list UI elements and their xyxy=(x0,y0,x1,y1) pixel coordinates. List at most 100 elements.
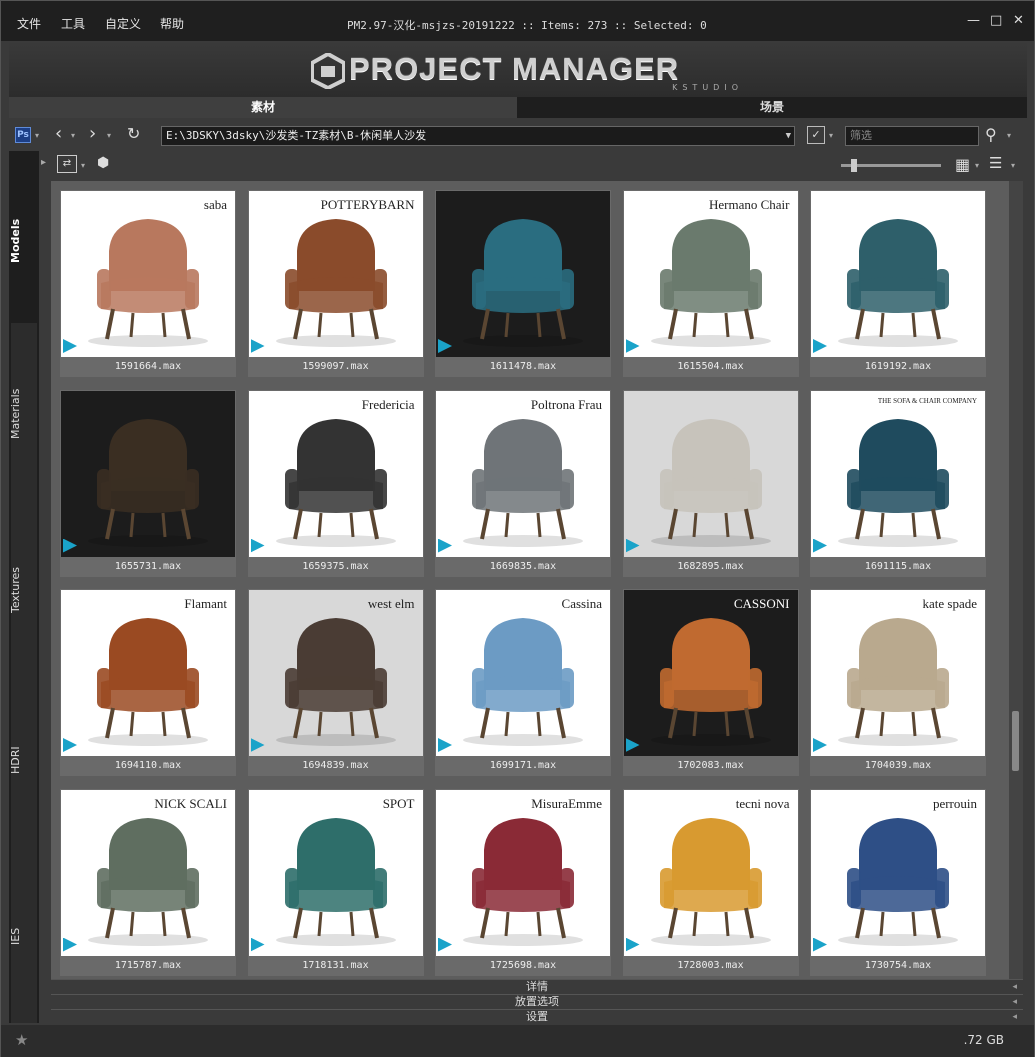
asset-thumbnail[interactable]: POTTERYBARN xyxy=(248,191,423,357)
asset-thumbnail[interactable]: west elm xyxy=(248,590,423,756)
asset-filename: 1619192.max xyxy=(864,361,932,372)
asset-tile[interactable]: Cassina 1699171.max xyxy=(435,589,611,776)
slider-knob[interactable] xyxy=(851,159,857,172)
refresh-icon[interactable]: ↻ xyxy=(127,124,140,143)
forward-arrow-icon[interactable]: › xyxy=(89,123,96,144)
filter-input[interactable]: 筛选 xyxy=(845,126,979,146)
path-dropdown-icon[interactable]: ▼ xyxy=(786,127,791,145)
scrollbar-thumb[interactable] xyxy=(1012,711,1019,771)
menu-help[interactable]: 帮助 xyxy=(160,15,184,32)
sort-options-icon[interactable]: ▾ xyxy=(1011,161,1015,170)
sidebar-item-ies[interactable]: IES xyxy=(9,921,39,951)
menu-tools[interactable]: 工具 xyxy=(61,15,85,32)
asset-tile[interactable]: 1655731.max xyxy=(60,389,236,577)
asset-thumbnail[interactable]: Cassina xyxy=(436,590,610,756)
chair-preview-image xyxy=(275,418,396,547)
asset-tile[interactable]: SPOT 1718131.max xyxy=(247,788,424,976)
chair-preview-image xyxy=(650,219,771,347)
settings-toggle[interactable]: 设置 ◂ xyxy=(51,1009,1023,1024)
asset-thumbnail[interactable] xyxy=(623,390,798,557)
asset-thumbnail[interactable]: tecni nova xyxy=(623,789,798,956)
sidebar-item-textures[interactable]: Textures xyxy=(9,555,39,625)
expand-details-icon[interactable]: ◂ xyxy=(1012,980,1017,994)
asset-tile[interactable]: Flamant 1694110.max xyxy=(60,589,236,776)
expand-icon[interactable]: ▸ xyxy=(41,157,46,168)
asset-tile[interactable]: CASSONI 1702083.max xyxy=(622,589,799,776)
asset-thumbnail[interactable]: saba xyxy=(61,191,235,357)
asset-tile[interactable]: THE SOFA & CHAIR COMPANY 1691115.max xyxy=(810,389,986,577)
asset-thumbnail[interactable]: Poltrona Frau xyxy=(436,390,610,557)
placement-options-toggle[interactable]: 放置选项 ◂ xyxy=(51,994,1023,1009)
asset-thumbnail[interactable]: NICK SCALI xyxy=(61,789,235,956)
asset-tile[interactable]: Poltrona Frau 1669835.max xyxy=(435,389,611,577)
asset-tile[interactable]: Fredericia 1659375.max xyxy=(247,389,424,577)
forward-history-icon[interactable]: ▾ xyxy=(107,131,111,140)
cube-icon[interactable]: ⬢ xyxy=(97,155,109,171)
grid-view-icon[interactable]: ▦ xyxy=(955,155,970,174)
chair-preview-image xyxy=(463,418,583,547)
asset-tile[interactable]: POTTERYBARN 1599097.max xyxy=(247,190,424,377)
chair-preview-image xyxy=(463,219,583,347)
chair-preview-image xyxy=(275,219,396,347)
path-input[interactable]: E:\3DSKY\3dsky\沙发类-TZ素材\B-休闲单人沙发 ▼ xyxy=(161,126,795,146)
asset-thumbnail[interactable]: Fredericia xyxy=(248,390,423,557)
asset-thumbnail[interactable]: perrouin xyxy=(811,789,985,956)
asset-tile[interactable]: 1619192.max xyxy=(810,190,986,377)
asset-thumbnail[interactable]: Hermano Chair xyxy=(623,191,798,357)
asset-tile[interactable]: 1682895.max xyxy=(622,389,799,577)
asset-filename: 1659375.max xyxy=(302,560,369,572)
asset-thumbnail[interactable]: kate spade xyxy=(811,590,985,756)
details-panel-toggle[interactable]: 详情 ◂ xyxy=(51,979,1023,994)
brand-label: west elm xyxy=(367,596,415,611)
asset-tile[interactable]: Hermano Chair 1615504.max xyxy=(622,190,799,377)
maximize-button[interactable]: □ xyxy=(990,13,1002,28)
asset-thumbnail[interactable]: THE SOFA & CHAIR COMPANY xyxy=(811,390,985,557)
back-arrow-icon[interactable]: ‹ xyxy=(55,123,62,144)
asset-thumbnail[interactable] xyxy=(436,191,610,357)
asset-thumbnail[interactable] xyxy=(61,390,235,557)
close-button[interactable]: ✕ xyxy=(1013,13,1024,28)
photoshop-icon[interactable]: Ps xyxy=(15,127,31,143)
asset-thumbnail[interactable]: SPOT xyxy=(248,789,423,956)
sort-icon[interactable]: ☰ xyxy=(989,154,1002,172)
asset-tile[interactable]: saba 1591664.max xyxy=(60,190,236,377)
minimize-button[interactable]: — xyxy=(967,13,980,28)
favorite-star-icon[interactable]: ★ xyxy=(15,1031,28,1049)
sidebar-item-hdri[interactable]: HDRI xyxy=(9,735,39,785)
asset-tile[interactable]: MisuraEmme 1725698.max xyxy=(435,788,611,976)
sidebar-item-materials[interactable]: Materials xyxy=(9,379,39,449)
filter-checklist-icon[interactable]: ✓ xyxy=(807,126,825,144)
search-icon[interactable]: ⚲ xyxy=(985,125,997,144)
swap-view-icon[interactable]: ⇄ xyxy=(57,155,77,173)
asset-thumbnail[interactable]: CASSONI xyxy=(623,590,798,756)
asset-tile[interactable]: kate spade 1704039.max xyxy=(810,589,986,776)
menu-file[interactable]: 文件 xyxy=(17,15,41,32)
sidebar-item-models[interactable]: Models xyxy=(9,211,39,271)
asset-thumbnail[interactable]: MisuraEmme xyxy=(436,789,610,956)
asset-thumbnail[interactable]: Flamant xyxy=(61,590,235,756)
chevron-down-icon[interactable]: ▾ xyxy=(35,131,39,140)
grid-options-icon[interactable]: ▾ xyxy=(975,161,979,170)
asset-tile[interactable]: tecni nova 1728003.max xyxy=(622,788,799,976)
asset-filename: 1699171.max xyxy=(489,760,557,771)
asset-tile[interactable]: perrouin 1730754.max xyxy=(810,788,986,976)
thumbnail-size-slider[interactable] xyxy=(841,159,941,172)
expand-settings-icon[interactable]: ◂ xyxy=(1012,1010,1017,1024)
asset-filename: 1611478.max xyxy=(489,361,557,372)
asset-thumbnail[interactable] xyxy=(811,191,985,357)
filter-options-icon[interactable]: ▾ xyxy=(829,131,833,140)
tab-assets[interactable]: 素材 xyxy=(9,97,517,118)
menu-customize[interactable]: 自定义 xyxy=(105,15,141,32)
back-history-icon[interactable]: ▾ xyxy=(71,131,75,140)
search-options-icon[interactable]: ▾ xyxy=(1007,131,1011,140)
asset-tile[interactable]: west elm 1694839.max xyxy=(247,589,424,776)
toolbar: Ps ▾ ‹ ▾ › ▾ ↻ E:\3DSKY\3dsky\沙发类-TZ素材\B… xyxy=(9,121,1027,151)
grid-scrollbar[interactable] xyxy=(1009,181,1023,979)
asset-tile[interactable]: NICK SCALI 1715787.max xyxy=(60,788,236,976)
chair-preview-image xyxy=(650,418,771,547)
asset-filename: 1715787.max xyxy=(114,959,182,971)
tab-scenes[interactable]: 场景 xyxy=(517,97,1027,118)
expand-placement-icon[interactable]: ◂ xyxy=(1012,995,1017,1009)
asset-tile[interactable]: 1611478.max xyxy=(435,190,611,377)
swap-options-icon[interactable]: ▾ xyxy=(81,161,85,170)
